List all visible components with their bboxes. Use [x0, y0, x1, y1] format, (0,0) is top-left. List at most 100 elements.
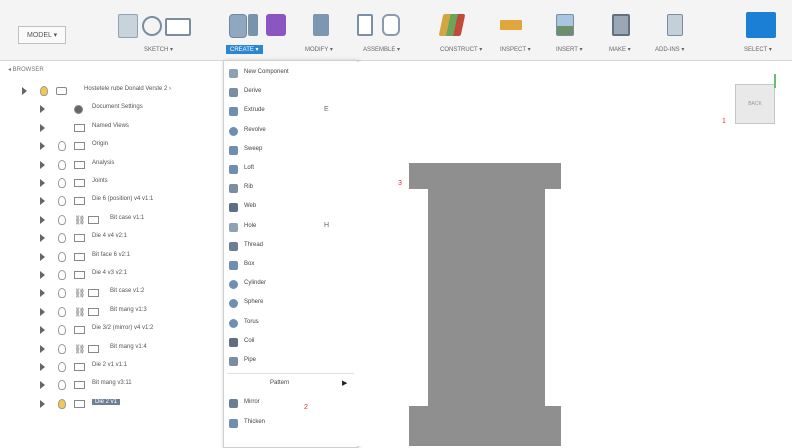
scripts-icon[interactable] — [667, 14, 683, 36]
tree-row[interactable]: Die 2 v1 — [0, 397, 225, 411]
tab-insert[interactable]: INSERT ▾ — [556, 46, 582, 53]
tab-add-ins[interactable]: ADD-INS ▾ — [655, 46, 684, 53]
tree-row[interactable]: Document Settings — [0, 102, 225, 116]
tree-row[interactable]: Hostetele rube Donald Verste 2 › — [0, 84, 225, 98]
menu-item-rib[interactable]: Rib — [224, 180, 357, 197]
visibility-bulb-icon[interactable] — [58, 196, 66, 207]
tree-row[interactable]: Joints — [0, 176, 225, 190]
tree-row[interactable]: ⛓ Bit case v1:1 — [0, 213, 225, 227]
tree-row[interactable]: Die 3/2 (mirror) v4 v1:2 — [0, 323, 225, 337]
tree-row[interactable]: Die 4 v3 v2:1 — [0, 268, 225, 282]
tab-select[interactable]: SELECT ▾ — [744, 46, 772, 53]
visibility-bulb-icon[interactable] — [58, 398, 66, 409]
arc-icon[interactable] — [142, 16, 162, 36]
menu-item-revolve[interactable]: Revolve — [224, 123, 357, 140]
expand-arrow-icon[interactable] — [22, 87, 27, 95]
expand-arrow-icon[interactable] — [40, 160, 45, 169]
browser-header[interactable]: ◂ BROWSER — [8, 66, 44, 73]
tree-row[interactable]: ⛓ Bit mang v1:4 — [0, 342, 225, 356]
visibility-bulb-icon[interactable] — [58, 270, 66, 280]
tree-row[interactable]: Die 2 v1 v1:1 — [0, 360, 225, 374]
expand-arrow-icon[interactable] — [40, 289, 45, 298]
tree-row[interactable]: Origin — [0, 139, 225, 153]
measure-icon[interactable] — [500, 20, 522, 30]
menu-item-pipe[interactable]: Pipe — [224, 353, 357, 370]
expand-arrow-icon[interactable] — [40, 142, 45, 151]
visibility-bulb-icon[interactable] — [58, 141, 66, 152]
offset-plane-icon[interactable] — [438, 14, 466, 36]
visibility-bulb-icon[interactable] — [40, 86, 48, 96]
expand-arrow-icon[interactable] — [40, 105, 45, 114]
tab-make[interactable]: MAKE ▾ — [609, 46, 631, 53]
expand-arrow-icon[interactable] — [40, 252, 45, 261]
visibility-bulb-icon[interactable] — [58, 159, 66, 170]
expand-arrow-icon[interactable] — [40, 123, 45, 132]
tab-modify[interactable]: MODIFY ▾ — [305, 46, 333, 53]
extrude-icon[interactable] — [229, 14, 247, 38]
tree-row[interactable]: ⛓ Bit case v1:2 — [0, 286, 225, 300]
menu-item-new-component[interactable]: New Component — [224, 65, 357, 82]
menu-item-sphere[interactable]: Sphere — [224, 295, 357, 312]
expand-arrow-icon[interactable] — [40, 197, 45, 206]
expand-arrow-icon[interactable] — [40, 179, 45, 187]
visibility-bulb-icon[interactable] — [58, 380, 66, 391]
expand-arrow-icon[interactable] — [40, 399, 45, 408]
tree-row[interactable]: ⛓ Bit mang v1:3 — [0, 305, 225, 319]
tab-inspect[interactable]: INSPECT ▾ — [500, 46, 531, 53]
expand-arrow-icon[interactable] — [40, 234, 45, 243]
tab-sketch[interactable]: SKETCH ▾ — [144, 46, 173, 53]
form-icon[interactable] — [266, 14, 286, 36]
visibility-bulb-icon[interactable] — [58, 214, 66, 225]
visibility-bulb-icon[interactable] — [58, 233, 66, 244]
expand-arrow-icon[interactable] — [40, 271, 45, 279]
visibility-bulb-icon[interactable] — [58, 343, 66, 354]
as-built-joint-icon[interactable] — [382, 14, 400, 36]
menu-item-extrude[interactable]: Extrude E — [224, 103, 357, 120]
visibility-bulb-icon[interactable] — [58, 306, 66, 317]
box-icon[interactable] — [248, 14, 258, 36]
tab-construct[interactable]: CONSTRUCT ▾ — [440, 46, 482, 53]
workspace-switcher[interactable]: MODEL ▾ — [18, 26, 67, 44]
select-icon[interactable] — [746, 12, 776, 38]
rectangle-icon[interactable] — [165, 18, 191, 36]
menu-item-coil[interactable]: Coil — [224, 334, 357, 351]
visibility-bulb-icon[interactable] — [58, 251, 66, 262]
tree-row[interactable]: Bit mang v3:11 — [0, 378, 225, 392]
tab-assemble[interactable]: ASSEMBLE ▾ — [363, 46, 400, 53]
menu-item-torus[interactable]: Torus — [224, 315, 357, 332]
press-pull-icon[interactable] — [313, 14, 329, 36]
insert-image-icon[interactable] — [556, 14, 574, 36]
menu-item-thicken[interactable]: Thicken — [224, 415, 357, 432]
tab-create[interactable]: CREATE ▾ — [226, 45, 263, 54]
tree-row[interactable]: Analysis — [0, 158, 225, 172]
expand-arrow-icon[interactable] — [40, 344, 45, 353]
expand-arrow-icon[interactable] — [40, 363, 45, 371]
expand-arrow-icon[interactable] — [40, 307, 45, 316]
joint-icon[interactable] — [357, 14, 373, 36]
menu-item-mirror[interactable]: Mirror — [224, 395, 357, 412]
tree-row[interactable]: Bit face 6 v2:1 — [0, 250, 225, 264]
menu-item-loft[interactable]: Loft — [224, 161, 357, 178]
part-top-flange[interactable] — [409, 163, 561, 189]
tree-row[interactable]: Named Views — [0, 121, 225, 135]
menu-item-thread[interactable]: Thread — [224, 238, 357, 255]
menu-item-pattern[interactable]: Pattern ▶ — [224, 376, 357, 393]
canvas-viewport[interactable] — [357, 62, 792, 446]
3d-print-icon[interactable] — [612, 14, 630, 36]
sketch-icon[interactable] — [118, 14, 138, 38]
visibility-bulb-icon[interactable] — [58, 362, 66, 372]
menu-item-box[interactable]: Box — [224, 257, 357, 274]
expand-arrow-icon[interactable] — [40, 215, 45, 224]
part-web[interactable] — [428, 189, 545, 406]
menu-item-web[interactable]: Web — [224, 199, 357, 216]
menu-item-cylinder[interactable]: Cylinder — [224, 276, 357, 293]
menu-item-sweep[interactable]: Sweep — [224, 142, 357, 159]
viewcube[interactable]: BACK — [735, 84, 775, 124]
menu-item-hole[interactable]: Hole H — [224, 219, 357, 236]
expand-arrow-icon[interactable] — [40, 326, 45, 335]
visibility-bulb-icon[interactable] — [58, 178, 66, 188]
visibility-bulb-icon[interactable] — [58, 288, 66, 299]
part-bottom-flange[interactable] — [409, 406, 561, 446]
visibility-bulb-icon[interactable] — [58, 325, 66, 336]
tree-row[interactable]: Die 4 v4 v2:1 — [0, 231, 225, 245]
